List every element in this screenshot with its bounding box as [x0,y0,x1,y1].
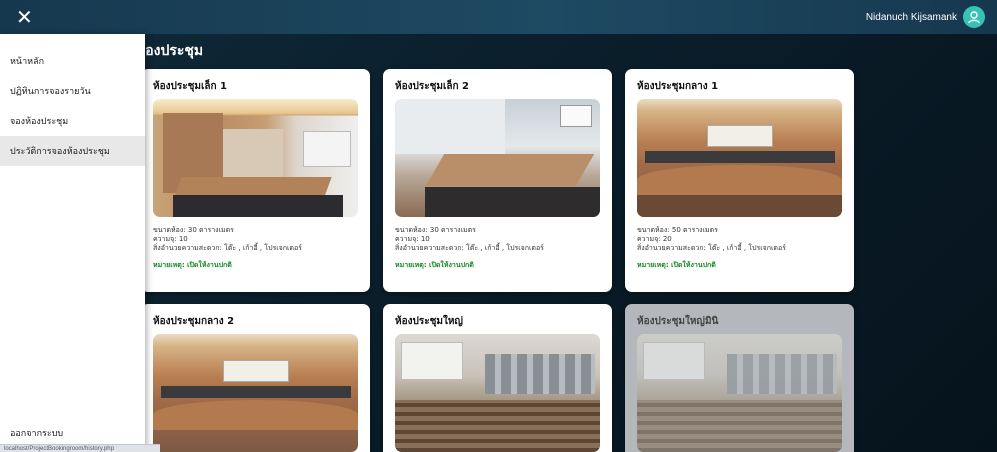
room-size: ขนาดห้อง: 30 ตารางเมตร [153,226,234,234]
room-photo [153,99,358,217]
room-facilities: สิ่งอำนวยความสะดวก: โต๊ะ , เก้าอี้ , โปร… [153,244,302,252]
sidebar-item-booking-history[interactable]: ประวัติการจองห้องประชุม [0,136,145,166]
room-card[interactable]: ห้องประชุมกลาง 2 [141,304,370,452]
room-info: ขนาดห้อง: 30 ตารางเมตร ความจุ: 10 สิ่งอำ… [395,226,600,253]
room-card[interactable]: ห้องประชุมเล็ก 2 ขนาดห้อง: 30 ตารางเมตร … [383,69,612,292]
room-size: ขนาดห้อง: 50 ตารางเมตร [637,226,718,234]
user-menu[interactable]: Nidanuch Kijsamank [866,6,985,28]
room-title: ห้องประชุมกลาง 2 [153,316,235,327]
logout-link[interactable]: ออกจากระบบ [10,426,63,440]
browser-status-url: localhost/ProjectBookingroom/history.php [0,444,160,452]
room-capacity: ความจุ: 20 [637,235,672,243]
user-avatar-icon[interactable] [963,6,985,28]
room-facilities: สิ่งอำนวยความสะดวก: โต๊ะ , เก้าอี้ , โปร… [395,244,544,252]
room-title: ห้องประชุมกลาง 1 [637,81,719,92]
room-title: ห้องประชุมเล็ก 2 [395,81,469,92]
room-size: ขนาดห้อง: 30 ตารางเมตร [395,226,476,234]
room-facilities: สิ่งอำนวยความสะดวก: โต๊ะ , เก้าอี้ , โปร… [637,244,786,252]
top-bar: ✕ Nidanuch Kijsamank [0,0,997,34]
sidebar-item-home[interactable]: หน้าหลัก [0,46,145,76]
room-card-unavailable: ห้องประชุมใหญ่มินิ [625,304,854,452]
user-name: Nidanuch Kijsamank [865,11,957,23]
room-photo [395,99,600,217]
room-note: หมายเหตุ: เปิดให้งานปกติ [637,261,716,269]
room-card[interactable]: ห้องประชุมใหญ่ [383,304,612,452]
close-menu-button[interactable]: ✕ [16,7,36,27]
room-capacity: ความจุ: 10 [395,235,430,243]
room-info: ขนาดห้อง: 50 ตารางเมตร ความจุ: 20 สิ่งอำ… [637,226,842,253]
room-title: ห้องประชุมใหญ่มินิ [637,316,719,327]
room-info: ขนาดห้อง: 30 ตารางเมตร ความจุ: 10 สิ่งอำ… [153,226,358,253]
room-photo [637,334,842,452]
room-title: ห้องประชุมเล็ก 1 [153,81,227,92]
room-title: ห้องประชุมใหญ่ [395,316,463,327]
room-note: หมายเหตุ: เปิดให้งานปกติ [395,261,474,269]
sidebar-item-book-room[interactable]: จองห้องประชุม [0,106,145,136]
room-photo [153,334,358,452]
room-card[interactable]: ห้องประชุมกลาง 1 ขนาดห้อง: 50 ตารางเมตร … [625,69,854,292]
room-capacity: ความจุ: 10 [153,235,188,243]
page-title: ห้องประชุม [136,43,204,59]
room-photo [637,99,842,217]
sidebar-item-daily-calendar[interactable]: ปฏิทินการจองรายวัน [0,76,145,106]
room-note: หมายเหตุ: เปิดให้งานปกติ [153,261,232,269]
room-card[interactable]: ห้องประชุมเล็ก 1 ขนาดห้อง: 30 ตารางเมตร … [141,69,370,292]
sidebar: หน้าหลัก ปฏิทินการจองรายวัน จองห้องประชุ… [0,34,145,452]
room-photo [395,334,600,452]
